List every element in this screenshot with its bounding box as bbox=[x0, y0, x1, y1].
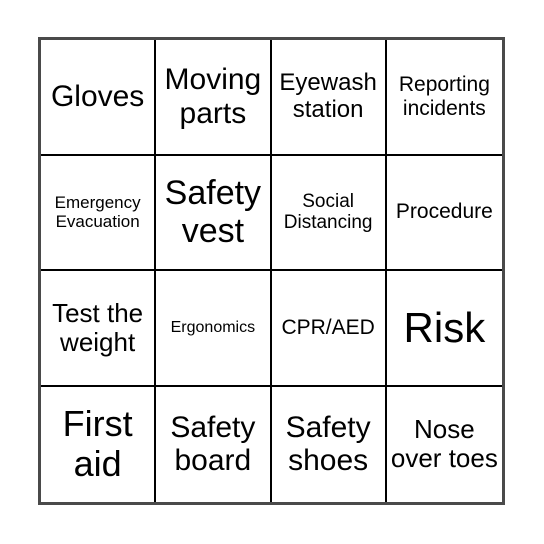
bingo-cell-label: Safety board bbox=[170, 410, 256, 478]
bingo-cell[interactable]: Emergency Evacuation bbox=[41, 155, 157, 271]
bingo-cell[interactable]: Procedure bbox=[386, 156, 502, 271]
bingo-cell-label: CPR/AED bbox=[281, 315, 375, 339]
bingo-cell-label: Safety shoes bbox=[285, 410, 371, 478]
bingo-cell-label: Emergency Evacuation bbox=[54, 193, 141, 232]
bingo-cell-label: Moving parts bbox=[164, 63, 262, 130]
bingo-cell-label: Safety vest bbox=[164, 174, 262, 251]
bingo-cell-label: Nose over toes bbox=[390, 414, 498, 474]
bingo-cell[interactable]: Safety board bbox=[156, 386, 272, 502]
bingo-cell[interactable]: Reporting incidents bbox=[386, 40, 502, 156]
bingo-cell-label: Reporting incidents bbox=[398, 73, 490, 120]
bingo-cell-label: First aid bbox=[62, 402, 133, 485]
bingo-cell-label: Social Distancing bbox=[283, 190, 373, 234]
bingo-cell-label: Test the weight bbox=[52, 297, 144, 357]
bingo-cell[interactable]: Moving parts bbox=[156, 40, 272, 156]
bingo-card: Gloves Moving parts Eyewash station Reporti… bbox=[38, 37, 505, 505]
bingo-cell-label: Eyewash station bbox=[279, 68, 377, 123]
bingo-cell[interactable]: Social Distancing bbox=[271, 155, 387, 271]
bingo-cell[interactable]: Safety shoes bbox=[272, 386, 387, 502]
bingo-grid: Gloves Moving parts Eyewash station Reporti… bbox=[41, 40, 502, 502]
bingo-cell-label: Gloves bbox=[50, 79, 145, 113]
bingo-cell[interactable]: Nose over toes bbox=[387, 387, 502, 503]
bingo-cell-label: Procedure bbox=[395, 200, 493, 224]
bingo-cell[interactable]: Safety vest bbox=[156, 155, 272, 271]
bingo-cell[interactable]: CPR/AED bbox=[271, 271, 387, 387]
bingo-cell[interactable]: Eyewash station bbox=[271, 40, 387, 156]
bingo-cell[interactable]: Gloves bbox=[41, 40, 157, 156]
bingo-cell[interactable]: Ergonomics bbox=[156, 271, 272, 387]
bingo-cell[interactable]: Risk bbox=[386, 271, 502, 387]
bingo-cell-label: Ergonomics bbox=[170, 318, 256, 336]
bingo-cell-label: Risk bbox=[403, 304, 486, 352]
bingo-cell[interactable]: Test the weight bbox=[41, 271, 157, 387]
bingo-cell[interactable]: First aid bbox=[41, 386, 157, 502]
